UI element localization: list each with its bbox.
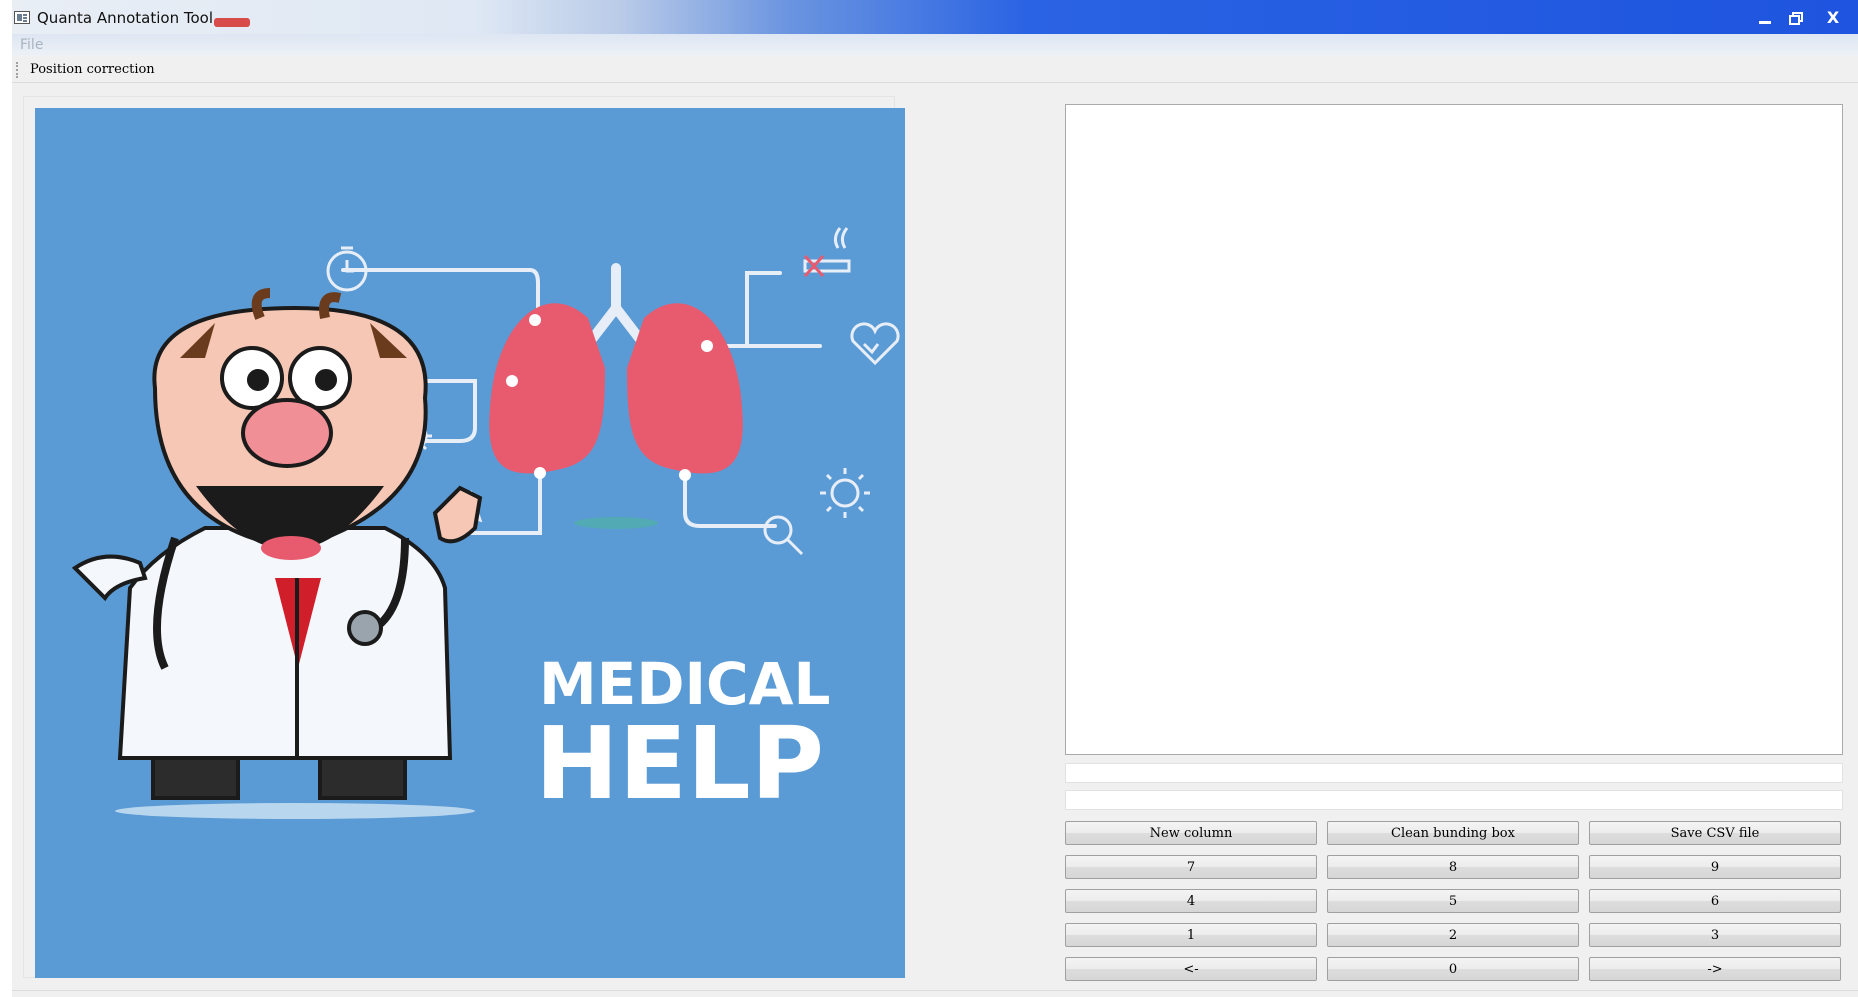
digit-4-button[interactable]: 4: [1065, 889, 1317, 913]
menu-file[interactable]: File: [20, 37, 43, 53]
annotation-preview-area[interactable]: [1065, 104, 1843, 755]
restore-button[interactable]: [1784, 8, 1810, 28]
position-correction-button[interactable]: Position correction: [30, 62, 155, 77]
digit-8-button[interactable]: 8: [1327, 855, 1579, 879]
no-smoking-icon: [803, 227, 851, 278]
new-column-button[interactable]: New column: [1065, 821, 1317, 845]
digit-2-button[interactable]: 2: [1327, 923, 1579, 947]
clean-bounding-box-button[interactable]: Clean bunding box: [1327, 821, 1579, 845]
medical-illustration: MEDICAL HELP: [71, 227, 900, 822]
digit-6-button[interactable]: 6: [1589, 889, 1841, 913]
doctor-character: [71, 288, 483, 819]
window-bottom-border: [12, 990, 1858, 991]
digit-3-button[interactable]: 3: [1589, 923, 1841, 947]
digit-9-button[interactable]: 9: [1589, 855, 1841, 879]
heart-icon: [850, 322, 900, 366]
text-field-2[interactable]: [1065, 790, 1843, 810]
save-csv-button[interactable]: Save CSV file: [1589, 821, 1841, 845]
lungs-icon: [489, 263, 743, 529]
digit-1-button[interactable]: 1: [1065, 923, 1317, 947]
toolbar: Position correction: [12, 58, 1858, 83]
app-icon: [14, 11, 30, 24]
menu-bar: File: [12, 34, 1858, 56]
magnifier-icon: [763, 515, 804, 556]
digit-7-button[interactable]: 7: [1065, 855, 1317, 879]
previous-button[interactable]: <-: [1065, 957, 1317, 981]
digit-5-button[interactable]: 5: [1327, 889, 1579, 913]
next-button[interactable]: ->: [1589, 957, 1841, 981]
close-button[interactable]: X: [1820, 8, 1846, 28]
minimize-button[interactable]: [1752, 8, 1778, 28]
window-title: Quanta Annotation Tool: [37, 9, 214, 27]
title-bar: Quanta Annotation Tool X: [12, 0, 1858, 34]
toolbar-grip-icon[interactable]: [16, 62, 20, 78]
headline-help: HELP: [535, 705, 824, 822]
image-canvas[interactable]: MEDICAL HELP: [35, 108, 905, 978]
digit-0-button[interactable]: 0: [1327, 957, 1579, 981]
title-badge-icon: [214, 18, 250, 27]
text-field-1[interactable]: [1065, 763, 1843, 783]
sun-icon: [820, 468, 870, 518]
